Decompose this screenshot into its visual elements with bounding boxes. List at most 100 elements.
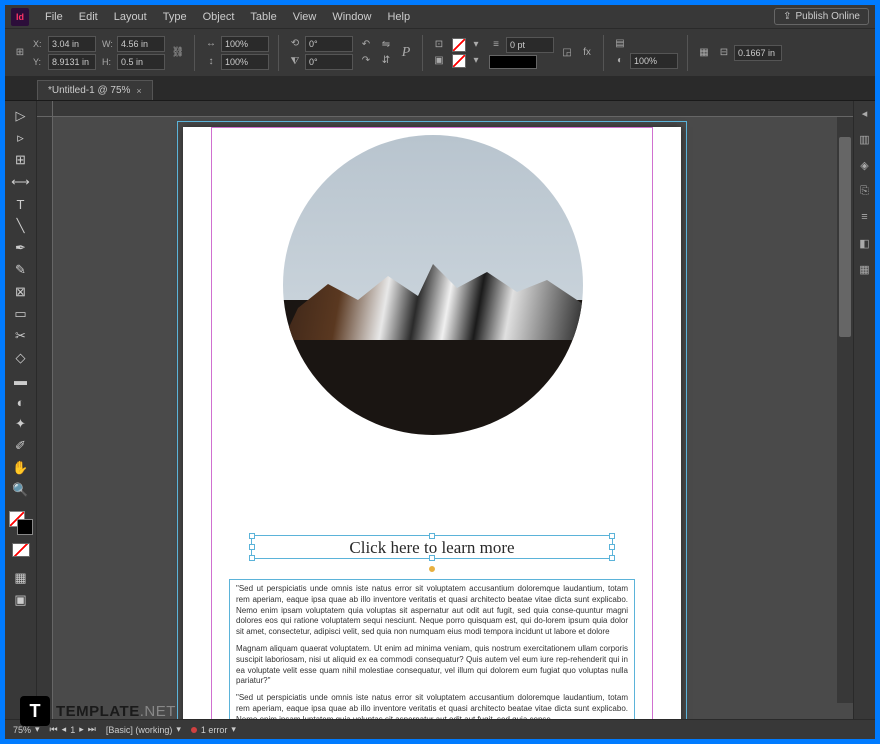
paragraph-icon[interactable]: P — [399, 46, 413, 60]
stroke-panel-icon[interactable]: ≡ — [857, 209, 873, 225]
corner-options-icon[interactable]: ◲ — [560, 46, 574, 60]
workspace: ▷ ▹ ⊞ ⟷ T ╲ ✒ ✎ ⊠ ▭ ✂ ◇ ▬ ◐ ✦ ✐ ✋ 🔍 ▦ — [5, 101, 875, 719]
links-panel-icon[interactable]: ⎘ — [857, 183, 873, 199]
fit-frame-icon[interactable]: ▣ — [432, 54, 446, 68]
swatches-panel-icon[interactable]: ▦ — [857, 261, 873, 277]
handle-tl[interactable] — [249, 533, 255, 539]
menu-help[interactable]: Help — [379, 11, 418, 23]
handle-bc[interactable] — [429, 555, 435, 561]
align-icon[interactable]: ▦ — [697, 46, 711, 60]
handle-tr[interactable] — [609, 533, 615, 539]
h-input[interactable] — [117, 54, 165, 70]
ruler-vertical[interactable] — [37, 117, 53, 719]
h-label: H: — [102, 57, 114, 67]
stroke-swatch[interactable] — [452, 54, 466, 68]
menu-table[interactable]: Table — [242, 11, 284, 23]
scale-x-input[interactable] — [221, 36, 269, 52]
menu-window[interactable]: Window — [324, 11, 379, 23]
rotation-handle[interactable] — [429, 566, 435, 572]
view-mode-preview[interactable]: ▣ — [7, 589, 35, 611]
menu-edit[interactable]: Edit — [71, 11, 106, 23]
pen-tool[interactable]: ✒ — [7, 237, 35, 259]
w-label: W: — [102, 39, 114, 49]
handle-tc[interactable] — [429, 533, 435, 539]
fill-stroke-swatch[interactable] — [9, 511, 33, 535]
flip-h-icon[interactable]: ⇋ — [379, 38, 393, 52]
scrollbar-vertical[interactable] — [837, 117, 853, 703]
rotate-ccw-icon[interactable]: ↶ — [359, 38, 373, 52]
gap-tool[interactable]: ⟷ — [7, 171, 35, 193]
zoom-tool[interactable]: 🔍 — [7, 479, 35, 501]
layers-panel-icon[interactable]: ◈ — [857, 157, 873, 173]
gradient-swatch-tool[interactable]: ▬ — [7, 369, 35, 391]
divider — [687, 35, 688, 71]
gap-input[interactable] — [734, 45, 782, 61]
opacity-input[interactable] — [630, 53, 678, 69]
chevron-down-icon[interactable]: ▾ — [469, 38, 483, 52]
handle-bl[interactable] — [249, 555, 255, 561]
type-tool[interactable]: T — [7, 193, 35, 215]
document-tab[interactable]: *Untitled-1 @ 75% × — [37, 80, 153, 100]
menu-file[interactable]: File — [37, 11, 71, 23]
text-wrap-icon[interactable]: ▤ — [613, 37, 627, 51]
x-input[interactable] — [48, 36, 96, 52]
direct-selection-tool[interactable]: ▹ — [7, 127, 35, 149]
scissors-tool[interactable]: ✂ — [7, 325, 35, 347]
stroke-weight-input[interactable] — [506, 37, 554, 53]
watermark-text: TEMPLATE.NET — [56, 703, 176, 720]
image-frame-circle[interactable] — [283, 135, 583, 435]
fill-swatch[interactable] — [452, 38, 466, 52]
scrollbar-thumb[interactable] — [839, 137, 851, 337]
rectangle-tool[interactable]: ▭ — [7, 303, 35, 325]
pencil-tool[interactable]: ✎ — [7, 259, 35, 281]
body-text-frame[interactable]: "Sed ut perspiciatis unde omnis iste nat… — [229, 579, 635, 719]
free-transform-tool[interactable]: ◇ — [7, 347, 35, 369]
rotate-input[interactable] — [305, 36, 353, 52]
rotate-cw-icon[interactable]: ↷ — [359, 54, 373, 68]
shear-input[interactable] — [305, 54, 353, 70]
menu-layout[interactable]: Layout — [106, 11, 155, 23]
menu-view[interactable]: View — [285, 11, 325, 23]
page-tool[interactable]: ⊞ — [7, 149, 35, 171]
handle-br[interactable] — [609, 555, 615, 561]
gradient-feather-tool[interactable]: ◐ — [7, 391, 35, 413]
body-para-3: "Sed ut perspiciatis unde omnis iste nat… — [236, 693, 628, 719]
menu-bar: Id File Edit Layout Type Object Table Vi… — [5, 5, 875, 29]
effects-icon[interactable]: fx — [580, 46, 594, 60]
formatting-container-icon[interactable] — [7, 539, 35, 561]
tab-close-icon[interactable]: × — [136, 86, 141, 96]
selection-tool[interactable]: ▷ — [7, 105, 35, 127]
constrain-icon[interactable]: ⛓ — [171, 46, 185, 60]
view-mode-normal[interactable]: ▦ — [7, 567, 35, 589]
heading-text-frame[interactable]: Click here to learn more — [251, 535, 613, 559]
menu-object[interactable]: Object — [195, 11, 243, 23]
flip-v-icon[interactable]: ⇵ — [379, 54, 393, 68]
page[interactable]: Click here to learn more — [183, 127, 681, 719]
scale-y-input[interactable] — [221, 54, 269, 70]
publish-online-button[interactable]: ⇪ Publish Online — [774, 8, 869, 25]
reference-point-icon[interactable]: ⊞ — [13, 46, 27, 60]
color-panel-icon[interactable]: ◧ — [857, 235, 873, 251]
expand-panels-icon[interactable]: ◂ — [857, 105, 873, 121]
hand-tool[interactable]: ✋ — [7, 457, 35, 479]
stroke-style-swatch[interactable] — [489, 55, 537, 69]
menu-type[interactable]: Type — [155, 11, 195, 23]
y-input[interactable] — [48, 54, 96, 70]
w-input[interactable] — [117, 36, 165, 52]
stroke-color-icon[interactable] — [17, 519, 33, 535]
handle-ml[interactable] — [249, 544, 255, 550]
handle-mr[interactable] — [609, 544, 615, 550]
stroke-weight-icon: ≡ — [489, 38, 503, 52]
pages-panel-icon[interactable]: ▥ — [857, 131, 873, 147]
preflight-status[interactable]: 1 error▾ — [191, 724, 236, 735]
ruler-horizontal[interactable] — [53, 101, 853, 117]
line-tool[interactable]: ╲ — [7, 215, 35, 237]
shear-icon: ⧨ — [288, 55, 302, 69]
ruler-origin[interactable] — [37, 101, 53, 117]
eyedropper-tool[interactable]: ✐ — [7, 435, 35, 457]
pasteboard[interactable]: Click here to learn more — [53, 117, 837, 719]
auto-fit-icon[interactable]: ⊡ — [432, 38, 446, 52]
chevron-down-icon[interactable]: ▾ — [469, 54, 483, 68]
rectangle-frame-tool[interactable]: ⊠ — [7, 281, 35, 303]
note-tool[interactable]: ✦ — [7, 413, 35, 435]
